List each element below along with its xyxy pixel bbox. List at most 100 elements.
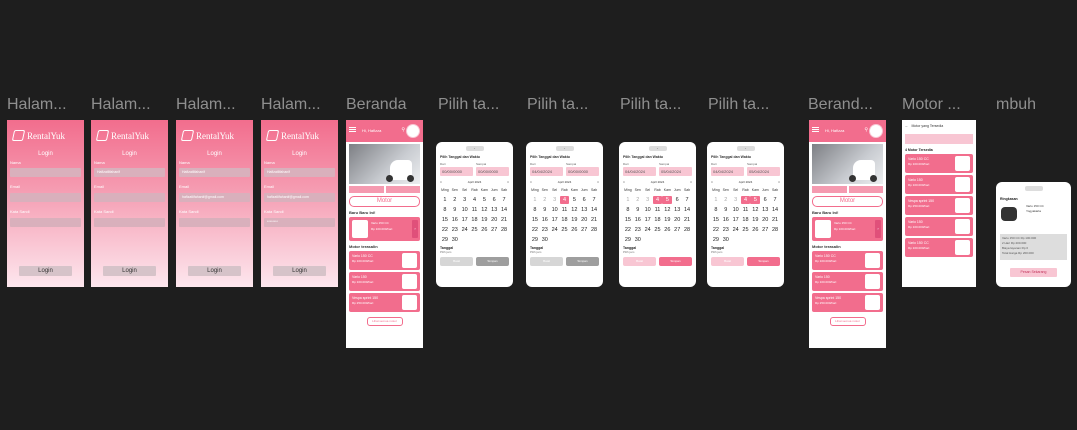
next-month-icon[interactable]: □ [597, 180, 599, 184]
calendar-day[interactable]: 20 [489, 216, 499, 224]
to-date-input[interactable]: 05/04/2024 [747, 167, 780, 176]
calendar-day[interactable]: 4 [470, 196, 480, 204]
calendar-day[interactable]: 9 [540, 206, 550, 214]
calendar-day[interactable]: 12 [479, 206, 489, 214]
frame-label-picker-2[interactable]: Pilih ta... [527, 96, 599, 114]
prev-month-icon[interactable]: □ [440, 180, 442, 184]
calendar-day[interactable]: 28 [770, 226, 780, 234]
calendar-day[interactable]: 18 [470, 216, 480, 224]
calendar-day[interactable]: 14 [682, 206, 692, 214]
date-from[interactable] [349, 186, 384, 193]
name-field[interactable]: Hafizatlifahanif [264, 168, 335, 177]
calendar-day[interactable]: 28 [682, 226, 692, 234]
calendar-day[interactable]: 7 [682, 196, 692, 204]
calendar-day[interactable]: 20 [672, 216, 682, 224]
email-field[interactable] [94, 193, 165, 202]
calendar-day[interactable]: 3 [643, 196, 653, 204]
see-all-button[interactable]: Lihat semua motor [366, 317, 403, 326]
chevron-right-icon[interactable]: › [875, 220, 881, 238]
calendar-day[interactable]: 7 [499, 196, 509, 204]
calendar-day[interactable]: 5 [662, 196, 673, 204]
calendar-day[interactable]: 14 [499, 206, 509, 214]
calendar-day[interactable]: 22 [440, 226, 450, 234]
calendar-day[interactable]: 4 [652, 196, 663, 204]
from-date-input[interactable]: 04/04/2024 [623, 167, 656, 176]
frame-label-beranda-2[interactable]: Berand... [808, 96, 886, 114]
calendar-day[interactable]: 29 [440, 236, 450, 244]
calendar-day[interactable]: 30 [540, 236, 550, 244]
calendar-day[interactable]: 11 [560, 206, 570, 214]
date-to[interactable] [385, 186, 420, 193]
avatar[interactable] [869, 124, 883, 138]
calendar-day[interactable]: 24 [643, 226, 653, 234]
calendar-day[interactable]: 15 [623, 216, 633, 224]
calendar-day[interactable]: 25 [560, 226, 570, 234]
calendar-day[interactable]: 24 [460, 226, 470, 234]
calendar-day[interactable]: 19 [750, 216, 760, 224]
calendar-day[interactable]: 13 [760, 206, 770, 214]
calendar-day[interactable]: 26 [662, 226, 672, 234]
save-button[interactable]: Simpan [566, 257, 599, 266]
motor-card[interactable]: Vespa sprint 150 Rp 250.000/hari [905, 196, 973, 215]
calendar-day[interactable]: 8 [711, 206, 721, 214]
time-sub[interactable]: Pilih jam [440, 250, 509, 254]
calendar-day[interactable]: 16 [633, 216, 643, 224]
name-field[interactable]: Hafizatlifahanif [94, 168, 165, 177]
calendar-day[interactable]: 25 [741, 226, 751, 234]
password-field[interactable]: ******** [264, 218, 335, 227]
sheet-handle[interactable]: ⌄ [465, 146, 484, 151]
calendar-day[interactable]: 29 [711, 236, 721, 244]
calendar-day[interactable]: 11 [653, 206, 663, 214]
calendar-day[interactable]: 13 [672, 206, 682, 214]
calendar-day[interactable]: 6 [760, 196, 770, 204]
calendar-day[interactable]: 29 [623, 236, 633, 244]
from-date-input[interactable]: 00/00/0000 [440, 167, 473, 176]
name-field[interactable] [10, 168, 81, 177]
calendar-day[interactable]: 5 [750, 196, 761, 204]
email-field[interactable]: hafizatlifahanif@gmail.com [179, 193, 250, 202]
calendar-day[interactable]: 6 [672, 196, 682, 204]
calendar-day[interactable]: 28 [499, 226, 509, 234]
login-button[interactable]: Login [188, 266, 241, 276]
calendar-day[interactable]: 7 [589, 196, 599, 204]
sheet-handle[interactable]: ⌄ [555, 146, 574, 151]
login-button[interactable]: Login [273, 266, 326, 276]
calendar-day[interactable]: 21 [682, 216, 692, 224]
calendar-day[interactable]: 16 [540, 216, 550, 224]
cancel-button[interactable]: Batal [711, 257, 744, 266]
sheet-handle[interactable] [1024, 186, 1043, 191]
calendar-day[interactable]: 5 [569, 196, 579, 204]
calendar-day[interactable]: 3 [731, 196, 741, 204]
frame-label-picker-4[interactable]: Pilih ta... [708, 96, 780, 114]
calendar-day[interactable]: 11 [470, 206, 480, 214]
calendar-day[interactable]: 12 [569, 206, 579, 214]
calendar-day[interactable]: 29 [530, 236, 540, 244]
calendar-day[interactable]: 8 [440, 206, 450, 214]
motor-card[interactable]: Vespa sprint 150 Rp 250.000/hari [349, 293, 420, 312]
calendar-day[interactable]: 4 [559, 196, 570, 204]
to-date-input[interactable]: 00/00/0000 [476, 167, 509, 176]
sheet-handle[interactable]: ⌄ [736, 146, 755, 151]
calendar-day[interactable]: 10 [550, 206, 560, 214]
back-arrow-icon[interactable]: ← [905, 124, 909, 128]
calendar-day[interactable]: 1 [711, 196, 721, 204]
avatar[interactable] [406, 124, 420, 138]
prev-month-icon[interactable]: □ [623, 180, 625, 184]
calendar-day[interactable]: 10 [643, 206, 653, 214]
motor-card[interactable]: Vario 150 Rp 100.000/hari [905, 175, 973, 194]
calendar-day[interactable]: 9 [633, 206, 643, 214]
calendar-day[interactable]: 2 [633, 196, 643, 204]
frame-label-mbuh[interactable]: mbuh [996, 96, 1056, 114]
calendar-day[interactable]: 18 [653, 216, 663, 224]
calendar-day[interactable]: 6 [579, 196, 589, 204]
password-field[interactable] [10, 218, 81, 227]
frame-label-login-4[interactable]: Halam... [261, 96, 333, 114]
motor-pill-button[interactable]: Motor [812, 196, 883, 207]
calendar-day[interactable]: 23 [721, 226, 731, 234]
motor-card[interactable]: Vario 150 CC Rp 100.000/hari [812, 251, 883, 270]
calendar-day[interactable]: 27 [489, 226, 499, 234]
calendar-day[interactable]: 15 [530, 216, 540, 224]
calendar-day[interactable]: 6 [489, 196, 499, 204]
calendar-day[interactable]: 24 [731, 226, 741, 234]
calendar-day[interactable]: 22 [711, 226, 721, 234]
